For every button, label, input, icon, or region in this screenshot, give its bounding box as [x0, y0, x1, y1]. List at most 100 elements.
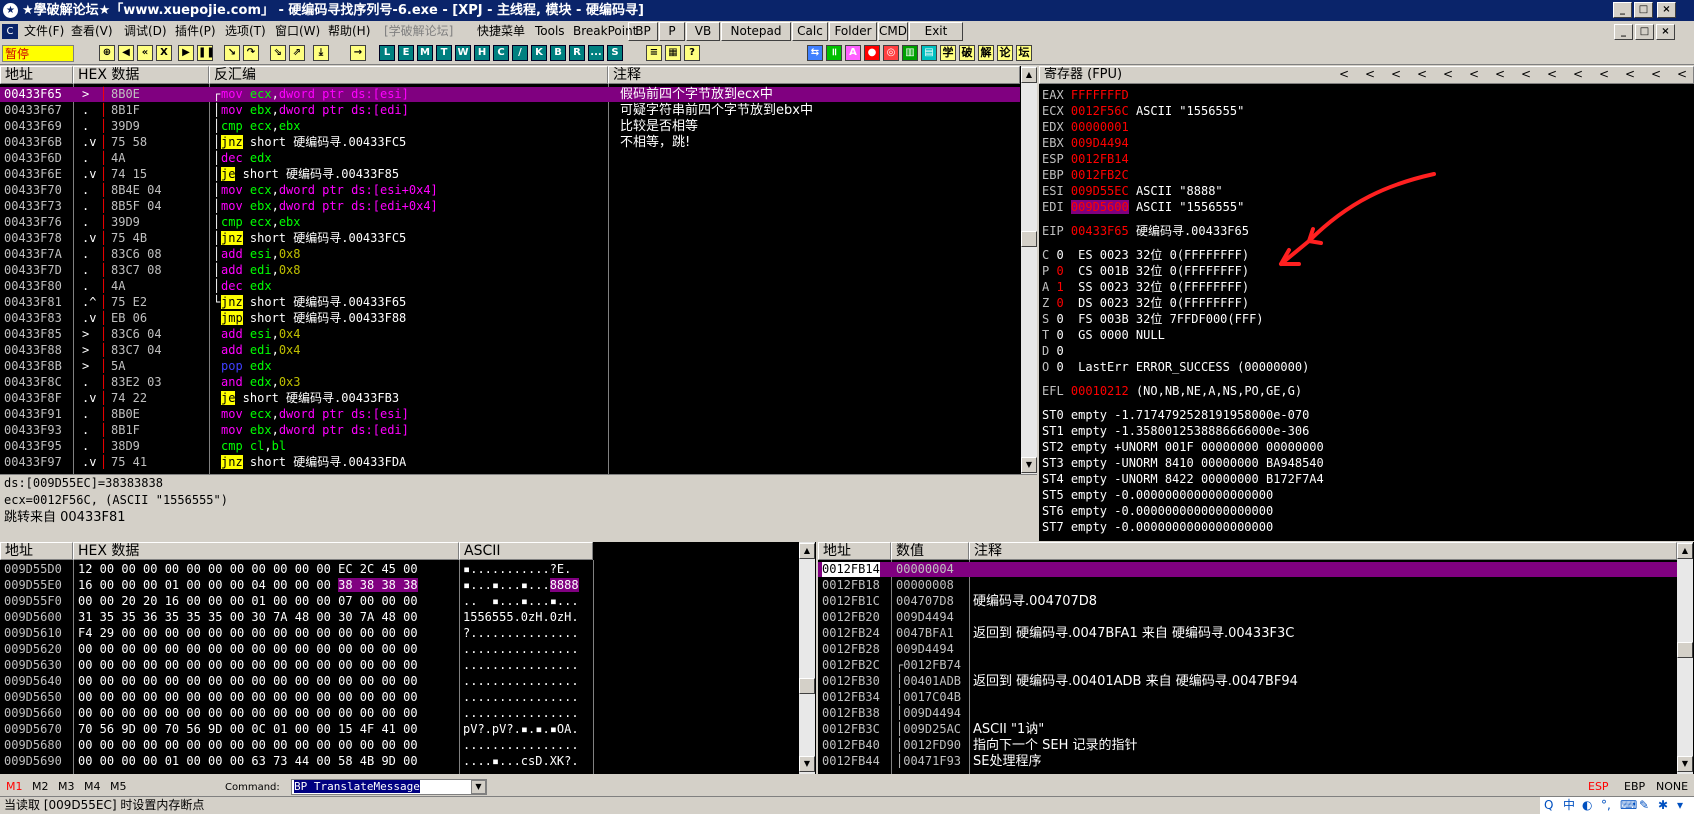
disasm-scrollbar[interactable]: ▲ ▼: [1021, 66, 1037, 474]
disasm-row[interactable]: 00433F83 .v │ EB 06 jmp short 硬编码寻.00433F88: [0, 311, 1020, 326]
flag-row[interactable]: P 0 CS 001B 32位 0(FFFFFFFF): [1042, 264, 1249, 279]
close-program-icon[interactable]: X: [156, 45, 172, 61]
call-stack-window-icon[interactable]: K: [531, 45, 547, 61]
settings-icon[interactable]: ✱: [1658, 797, 1668, 814]
none-toggle[interactable]: NONE: [1656, 780, 1688, 793]
disasm-row[interactable]: 00433F85 > │ 83C6 04 add esi,0x4: [0, 327, 1020, 342]
exit-button[interactable]: Exit: [909, 22, 963, 41]
scroll-down-icon[interactable]: ▼: [1021, 457, 1037, 473]
disasm-row[interactable]: 00433F8F .v │ 74 22 je short 硬编码寻.00433FB3: [0, 391, 1020, 406]
dump-row[interactable]: 009D5650 00 00 00 00 00 00 00 00 00 00 00…: [0, 690, 800, 705]
disasm-row[interactable]: 00433F95. │ 38D9 cmp cl,bl: [0, 439, 1020, 454]
dump-header-ascii[interactable]: ASCII: [459, 542, 593, 560]
register-view-arrow[interactable]: <: [1651, 67, 1661, 81]
screen-icon[interactable]: ▤: [921, 45, 937, 61]
windows-window-icon[interactable]: W: [455, 45, 471, 61]
scroll-thumb[interactable]: [1021, 231, 1037, 247]
chart-icon[interactable]: ▥: [902, 45, 918, 61]
register-view-arrow[interactable]: <: [1599, 67, 1609, 81]
plugin-a-icon[interactable]: A: [845, 45, 861, 61]
tab-m4[interactable]: M4: [84, 780, 101, 793]
dump-row[interactable]: 009D5690 00 00 00 00 01 00 00 00 63 73 44…: [0, 754, 800, 769]
menu-debug[interactable]: 调试(D): [121, 23, 170, 40]
stack-row[interactable]: 0012FB1C 004707D8 硬编码寻.004707D8: [818, 594, 1677, 609]
breakpoints-window-icon[interactable]: B: [550, 45, 566, 61]
disasm-row[interactable]: 00433F97 .v │ 75 41 jnz short 硬编码寻.00433FDA: [0, 455, 1020, 470]
register-row[interactable]: EAX FFFFFFFD: [1042, 88, 1129, 103]
vb-button[interactable]: VB: [686, 22, 720, 41]
menu-forum[interactable]: [学破解论坛]: [381, 23, 456, 40]
jie-icon[interactable]: 解: [978, 45, 994, 61]
flag-row[interactable]: C 0 ES 0023 32位 0(FFFFFFFF): [1042, 248, 1249, 263]
target-icon[interactable]: ◎: [883, 45, 899, 61]
menu-window[interactable]: 窗口(W): [272, 23, 323, 40]
menu-file[interactable]: 文件(F): [21, 23, 67, 40]
menu-plugins[interactable]: 插件(P): [172, 23, 219, 40]
stack-row[interactable]: 0012FB20 009D4494: [818, 610, 1677, 625]
tab-m3[interactable]: M3: [58, 780, 75, 793]
stack-row[interactable]: 0012FB3C │009D25AC ASCII "1讷": [818, 722, 1677, 737]
register-row[interactable]: EBP 0012FB2C: [1042, 168, 1129, 183]
dump-scrollbar[interactable]: ▲ ▼: [799, 542, 815, 774]
handles-window-icon[interactable]: H: [474, 45, 490, 61]
stack-row[interactable]: 0012FB2C ┌0012FB74: [818, 658, 1677, 673]
memory-window-icon[interactable]: M: [417, 45, 433, 61]
dump-row[interactable]: 009D5620 00 00 00 00 00 00 00 00 00 00 00…: [0, 642, 800, 657]
disasm-row[interactable]: 00433F6D. │ 4A │ dec edx: [0, 151, 1020, 166]
menu-view[interactable]: 查看(V): [68, 23, 116, 40]
refresh-icon[interactable]: ⇆: [807, 45, 823, 61]
register-view-arrow[interactable]: <: [1469, 67, 1479, 81]
cpu-window-icon[interactable]: C: [493, 45, 509, 61]
disasm-row[interactable]: 00433F73. │ 8B5F 04 │ mov ebx,dword ptr ds:[…: [0, 199, 1020, 214]
stack-row[interactable]: 0012FB38 │009D4494: [818, 706, 1677, 721]
pen-icon[interactable]: ✎: [1639, 797, 1649, 814]
register-row[interactable]: ESP 0012FB14: [1042, 152, 1129, 167]
plugin-ii-icon[interactable]: ॥: [826, 45, 842, 61]
stack-row[interactable]: 0012FB44 │00471F93 SE处理程序: [818, 754, 1677, 769]
threads-window-icon[interactable]: T: [436, 45, 452, 61]
keyboard-icon[interactable]: ⌨: [1620, 797, 1637, 814]
register-view-arrow[interactable]: <: [1443, 67, 1453, 81]
disasm-row[interactable]: 00433F78 .v │ 75 4B │ jnz short 硬编码寻.00433FC5: [0, 231, 1020, 246]
dump-scroll-up-icon[interactable]: ▲: [799, 543, 815, 559]
dump-row[interactable]: 009D5670 70 56 9D 00 70 56 9D 00 0C 01 00…: [0, 722, 800, 737]
stack-header-comment[interactable]: 注释: [969, 542, 1677, 560]
ebp-toggle[interactable]: EBP: [1624, 780, 1645, 793]
trace-over-icon[interactable]: ⇗: [289, 45, 305, 61]
fpu-register-row[interactable]: ST2 empty +UNORM 001F 00000000 00000000: [1042, 440, 1324, 455]
moon-icon[interactable]: ◐: [1582, 797, 1592, 814]
stack-header-address[interactable]: 地址: [818, 542, 891, 560]
punctuation-icon[interactable]: °,: [1601, 797, 1611, 814]
disasm-row[interactable]: 00433F80. │ 4A │ dec edx: [0, 279, 1020, 294]
register-view-arrow[interactable]: <: [1495, 67, 1505, 81]
restart-icon[interactable]: ◀: [118, 45, 134, 61]
tab-m5[interactable]: M5: [110, 780, 127, 793]
search-icon[interactable]: Q: [1544, 797, 1553, 814]
folder-button[interactable]: Folder: [829, 22, 877, 41]
child-window-icon[interactable]: C: [2, 24, 18, 39]
calc-button[interactable]: Calc: [792, 22, 828, 41]
p-button[interactable]: P: [659, 22, 685, 41]
flag-row[interactable]: O 0 LastErr ERROR_SUCCESS (00000000): [1042, 360, 1309, 375]
stack-row[interactable]: 0012FB18 00000008: [818, 578, 1677, 593]
disasm-row[interactable]: 00433F76. │ 39D9 │ cmp ecx,ebx: [0, 215, 1020, 230]
stack-scroll-down-icon[interactable]: ▼: [1677, 756, 1693, 772]
disasm-row[interactable]: 00433F67. │ 8B1F │ mov ebx,dword ptr ds:[edi…: [0, 103, 1020, 118]
patches-window-icon[interactable]: /: [512, 45, 528, 61]
disasm-row[interactable]: 00433F6B .v │ 75 58 │ jnz short 硬编码寻.00433FC5…: [0, 135, 1020, 150]
pause-icon[interactable]: ❚❚: [197, 45, 215, 61]
dump-row[interactable]: 009D5680 00 00 00 00 00 00 00 00 00 00 00…: [0, 738, 800, 753]
fpu-register-row[interactable]: ST1 empty -1.3580012538886666000e-306: [1042, 424, 1309, 439]
disasm-row[interactable]: 00433F69. │ 39D9 │ cmp ecx,ebx 比较是否相等: [0, 119, 1020, 134]
command-input[interactable]: BP TranslateMessage: [291, 779, 487, 795]
references-window-icon[interactable]: R: [569, 45, 585, 61]
fpu-register-row[interactable]: ST4 empty -UNORM 8422 00000000 B172F7A4: [1042, 472, 1324, 487]
close-button[interactable]: ×: [1657, 2, 1676, 18]
xue-icon[interactable]: 学: [940, 45, 956, 61]
dump-row[interactable]: 009D55E0 16 00 00 00 01 00 00 00 04 00 00…: [0, 578, 800, 593]
dump-row[interactable]: 009D55D0 12 00 00 00 00 00 00 00 00 00 00…: [0, 562, 800, 577]
register-view-arrow[interactable]: <: [1677, 67, 1687, 81]
register-view-arrow[interactable]: <: [1339, 67, 1349, 81]
flag-row[interactable]: D 0: [1042, 344, 1064, 359]
run-icon[interactable]: ▶: [178, 45, 194, 61]
